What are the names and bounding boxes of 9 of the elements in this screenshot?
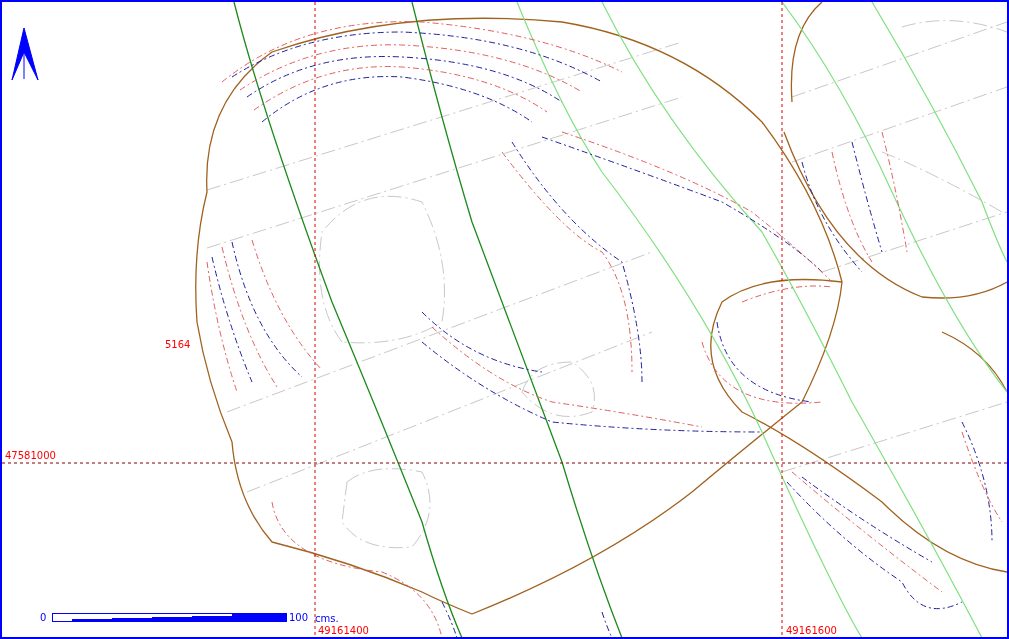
scale-end-label: 100 xyxy=(289,612,309,624)
contour-label: 5164 xyxy=(165,339,191,351)
scale-bar-icon xyxy=(52,613,287,622)
grid-coordinate-label: 47581000 xyxy=(5,450,56,462)
scale-unit-label: cms. xyxy=(315,613,339,625)
scale-start-label: 0 xyxy=(40,612,47,624)
grid-coordinate-label: 49161600 xyxy=(786,625,837,637)
north-arrow-icon xyxy=(11,27,39,81)
grid-coordinate-label: 49161400 xyxy=(318,625,369,637)
